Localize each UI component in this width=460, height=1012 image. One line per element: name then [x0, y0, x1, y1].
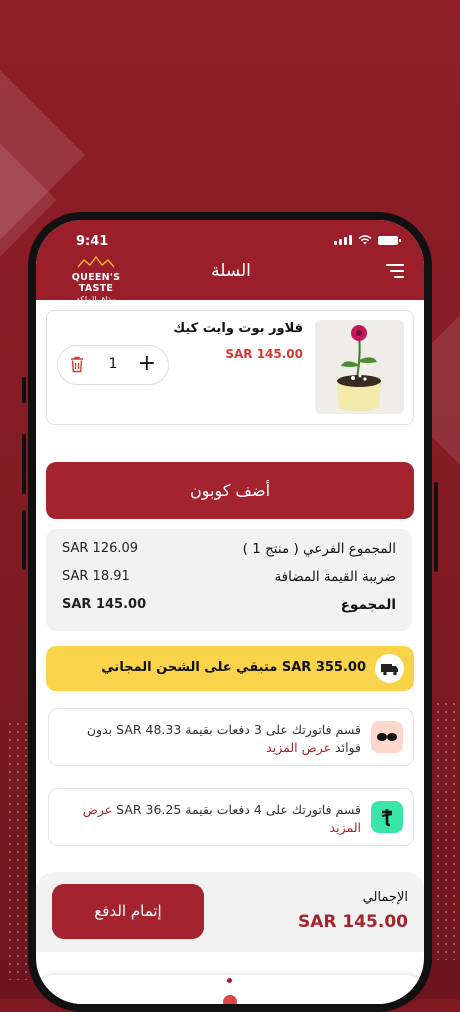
quantity-value: 1	[108, 356, 118, 372]
show-more-link[interactable]: عرض المزيد	[266, 740, 331, 755]
free-shipping-banner: متبقي على الشحن المجاني SAR 355.00	[46, 646, 414, 691]
grand-total-value: SAR 145.00	[297, 912, 408, 932]
subtotal-value: SAR 126.09	[62, 541, 139, 556]
side-button	[22, 377, 26, 403]
crown-icon	[77, 255, 115, 268]
total-label: المجموع	[340, 597, 396, 613]
phone-frame: 9:41 QUEEN'S TASTE مذاق الملكة السلة فلا…	[22, 212, 438, 1012]
brand-name-en: QUEEN'S TASTE	[71, 272, 121, 294]
installment-card-tabby[interactable]: قسم فاتورتك على 3 دفعات بقيمة SAR 48.33 …	[48, 708, 414, 766]
status-icons	[334, 235, 401, 245]
installment-text: قسم فاتورتك على 4 دفعات بقيمة SAR 36.25 …	[61, 801, 361, 837]
truck-icon	[375, 654, 404, 683]
subtotal-label: المجموع الفرعي ( منتج 1 )	[242, 541, 396, 557]
battery-icon	[378, 235, 401, 245]
tamara-icon	[371, 801, 403, 833]
add-coupon-button[interactable]: أضف كوبون	[46, 462, 414, 519]
cellular-signal-icon	[334, 235, 352, 245]
product-image[interactable]	[315, 320, 404, 414]
cart-item: فلاور بوت وايت كيك SAR 145.00 1 +	[46, 310, 414, 425]
bottom-tab-bar	[36, 975, 424, 1004]
installment-text: قسم فاتورتك على 3 دفعات بقيمة SAR 48.33 …	[61, 721, 361, 757]
quantity-stepper: 1 +	[57, 345, 169, 385]
order-summary: المجموع الفرعي ( منتج 1 ) SAR 126.09 ضري…	[46, 529, 412, 631]
checkout-bar: إتمام الدفع الإجمالي SAR 145.00	[36, 872, 424, 952]
brand-name-ar: مذاق الملكة	[75, 295, 117, 304]
free-shipping-text: متبقي على الشحن المجاني SAR 355.00	[101, 660, 366, 675]
menu-icon[interactable]	[386, 264, 404, 278]
app-header: 9:41 QUEEN'S TASTE مذاق الملكة السلة	[36, 220, 424, 304]
vat-label: ضريبة القيمة المضافة	[274, 569, 396, 585]
brand-logo[interactable]: QUEEN'S TASTE مذاق الملكة	[54, 253, 138, 304]
tabby-icon	[371, 721, 403, 753]
vat-value: SAR 18.91	[62, 569, 130, 584]
side-button	[22, 510, 26, 570]
page-title: السلة	[211, 261, 251, 281]
total-row: المجموع SAR 145.00	[62, 597, 396, 617]
active-tab-indicator	[227, 978, 232, 983]
grand-total-label: الإجمالي	[362, 890, 408, 905]
app-screen: 9:41 QUEEN'S TASTE مذاق الملكة السلة فلا…	[36, 220, 424, 1004]
side-button	[22, 434, 26, 494]
product-price: SAR 145.00	[225, 347, 303, 361]
total-value: SAR 145.00	[62, 597, 147, 612]
installment-card-tamara[interactable]: قسم فاتورتك على 4 دفعات بقيمة SAR 36.25 …	[48, 788, 414, 846]
checkout-button[interactable]: إتمام الدفع	[52, 884, 204, 939]
wifi-icon	[358, 235, 372, 245]
vat-row: ضريبة القيمة المضافة SAR 18.91	[62, 569, 396, 589]
side-button	[434, 482, 438, 572]
installment-description: قسم فاتورتك على 4 دفعات بقيمة SAR 36.25	[116, 802, 361, 817]
status-time: 9:41	[76, 234, 109, 249]
subtotal-row: المجموع الفرعي ( منتج 1 ) SAR 126.09	[62, 541, 396, 561]
product-name[interactable]: فلاور بوت وايت كيك	[173, 321, 303, 336]
plus-icon[interactable]: +	[138, 353, 156, 375]
trash-icon[interactable]	[70, 356, 84, 373]
cart-tab-icon[interactable]	[223, 995, 237, 1004]
